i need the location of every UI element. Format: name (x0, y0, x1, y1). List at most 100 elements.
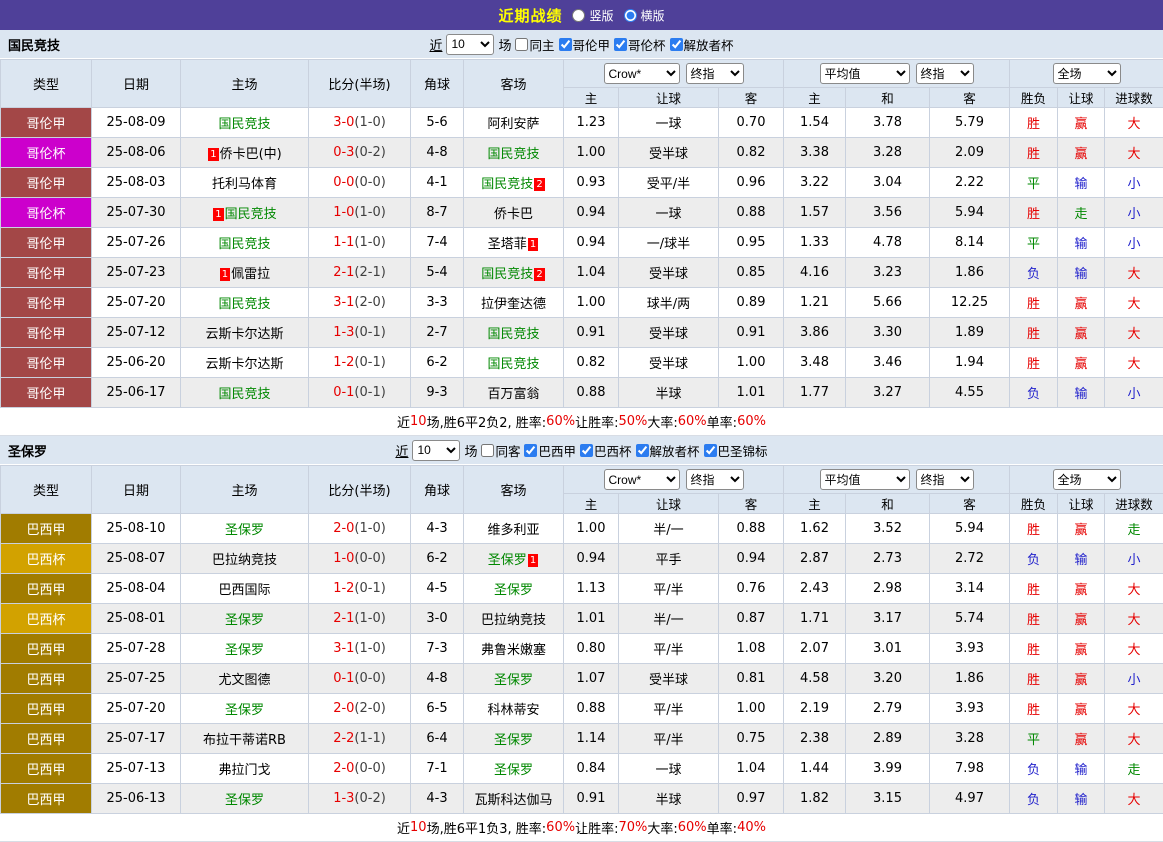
handicap-result-cell: 输 (1058, 168, 1105, 198)
home-team-cell: 圣保罗 (181, 514, 309, 544)
avg-home-cell: 1.44 (784, 754, 846, 784)
away-team-cell: 圣保罗 (464, 754, 564, 784)
final-odds-select[interactable]: 终指 (686, 469, 744, 490)
team-name-text: 瓦斯科达伽马 (474, 793, 552, 808)
avg-draw-cell: 3.30 (846, 318, 930, 348)
date-cell: 25-07-28 (92, 634, 181, 664)
league-filter[interactable]: 哥伦甲 (559, 35, 611, 54)
corner-cell: 6-2 (411, 544, 464, 574)
goals-result-cell: 大 (1105, 574, 1163, 604)
handicap-result-cell: 赢 (1058, 108, 1105, 138)
summary-segment: 60% (737, 414, 766, 429)
league-filter[interactable]: 解放者杯 (636, 441, 700, 460)
team-name-text: 国民竞技 (487, 327, 539, 342)
horizontal-radio-input[interactable] (624, 9, 637, 22)
average-select[interactable]: 平均值 (820, 469, 910, 490)
near-link[interactable]: 近 (429, 35, 442, 54)
avg-away-cell: 5.94 (930, 514, 1010, 544)
goals-result-cell: 大 (1105, 604, 1163, 634)
column-subheader: 客 (930, 88, 1010, 108)
match-count-select[interactable]: 10 (412, 440, 460, 461)
score-cell: 1-0(1-0) (309, 198, 411, 228)
same-venue-checkbox[interactable] (515, 38, 528, 51)
league-label: 巴西杯 (594, 441, 632, 460)
final-europe-select[interactable]: 终指 (916, 469, 974, 490)
handicap-result-cell: 赢 (1058, 574, 1105, 604)
column-header: 主场 (181, 466, 309, 514)
home-team-cell: 云斯卡尔达斯 (181, 348, 309, 378)
summary-segment: 40% (737, 820, 766, 835)
halftime-score: (0-2) (354, 145, 385, 160)
same-venue-label: 同主 (529, 35, 554, 54)
league-checkbox[interactable] (559, 38, 572, 51)
league-cell: 巴西甲 (1, 664, 92, 694)
column-subheader: 让球 (1058, 494, 1105, 514)
odds-home-cell: 0.94 (564, 228, 619, 258)
league-filter[interactable]: 巴西甲 (524, 441, 576, 460)
league-cell: 哥伦甲 (1, 108, 92, 138)
league-checkbox[interactable] (614, 38, 627, 51)
avg-home-cell: 1.57 (784, 198, 846, 228)
handicap-result-cell: 输 (1058, 784, 1105, 814)
vertical-radio-input[interactable] (572, 9, 585, 22)
odds-home-cell: 1.01 (564, 604, 619, 634)
away-team-cell: 国民竞技2 (464, 168, 564, 198)
avg-home-cell: 4.16 (784, 258, 846, 288)
filters: 近10场同客巴西甲巴西杯解放者杯巴圣锦标 (395, 440, 767, 461)
league-filter[interactable]: 巴西杯 (580, 441, 632, 460)
fulltime-score: 1-2 (333, 581, 354, 596)
match-count-select[interactable]: 10 (446, 34, 494, 55)
league-filter[interactable]: 解放者杯 (670, 35, 734, 54)
avg-away-cell: 2.22 (930, 168, 1010, 198)
match-row: 哥伦甲25-07-20国民竞技3-1(2-0)3-3拉伊奎达德1.00球半/两0… (1, 288, 1163, 318)
match-row: 巴西甲25-07-28圣保罗3-1(1-0)7-3弗鲁米嫩塞0.80平/半1.0… (1, 634, 1163, 664)
team-name-text: 弗拉门戈 (218, 763, 270, 778)
league-cell: 巴西甲 (1, 634, 92, 664)
away-team-cell: 弗鲁米嫩塞 (464, 634, 564, 664)
league-checkbox[interactable] (524, 444, 537, 457)
goals-result-cell: 大 (1105, 138, 1163, 168)
result-cell: 平 (1010, 168, 1058, 198)
near-link[interactable]: 近 (395, 441, 408, 460)
halftime-score: (0-1) (354, 325, 385, 340)
league-cell: 哥伦甲 (1, 288, 92, 318)
bookmaker-select[interactable]: Crow* (604, 63, 680, 84)
layout-radio-horizontal[interactable]: 横版 (624, 7, 665, 24)
same-venue-checkbox[interactable] (481, 444, 494, 457)
summary-segment: 让胜率: (575, 818, 618, 837)
final-europe-select[interactable]: 终指 (916, 63, 974, 84)
league-checkbox[interactable] (636, 444, 649, 457)
date-cell: 25-08-06 (92, 138, 181, 168)
layout-radio-vertical[interactable]: 竖版 (572, 7, 613, 24)
scope-select[interactable]: 全场 (1053, 469, 1121, 490)
same-venue-filter[interactable]: 同主 (515, 35, 554, 54)
column-header: 类型 (1, 60, 92, 108)
handicap-result-cell: 输 (1058, 378, 1105, 408)
summary-segment: 60% (678, 820, 707, 835)
league-filter[interactable]: 巴圣锦标 (704, 441, 768, 460)
scope-select[interactable]: 全场 (1053, 63, 1121, 84)
league-checkbox[interactable] (580, 444, 593, 457)
odds-home-cell: 1.00 (564, 288, 619, 318)
team-name-text: 尤文图德 (218, 673, 270, 688)
league-checkbox[interactable] (670, 38, 683, 51)
match-row: 巴西杯25-08-01圣保罗2-1(1-0)3-0巴拉纳竞技1.01半/一0.8… (1, 604, 1163, 634)
home-team-cell: 尤文图德 (181, 664, 309, 694)
league-label: 巴西甲 (538, 441, 576, 460)
handicap-result-cell: 赢 (1058, 634, 1105, 664)
handicap-cell: 平/半 (619, 694, 719, 724)
final-odds-select[interactable]: 终指 (686, 63, 744, 84)
handicap-result-cell: 走 (1058, 198, 1105, 228)
avg-draw-cell: 2.98 (846, 574, 930, 604)
average-select[interactable]: 平均值 (820, 63, 910, 84)
result-cell: 胜 (1010, 198, 1058, 228)
home-team-cell: 云斯卡尔达斯 (181, 318, 309, 348)
bookmaker-select[interactable]: Crow* (604, 469, 680, 490)
same-venue-filter[interactable]: 同客 (481, 441, 520, 460)
league-checkbox[interactable] (704, 444, 717, 457)
halftime-score: (0-0) (354, 175, 385, 190)
date-cell: 25-07-20 (92, 288, 181, 318)
league-filter[interactable]: 哥伦杯 (614, 35, 666, 54)
team-name-text: 圣保罗 (494, 673, 533, 688)
odds-home-cell: 0.84 (564, 754, 619, 784)
